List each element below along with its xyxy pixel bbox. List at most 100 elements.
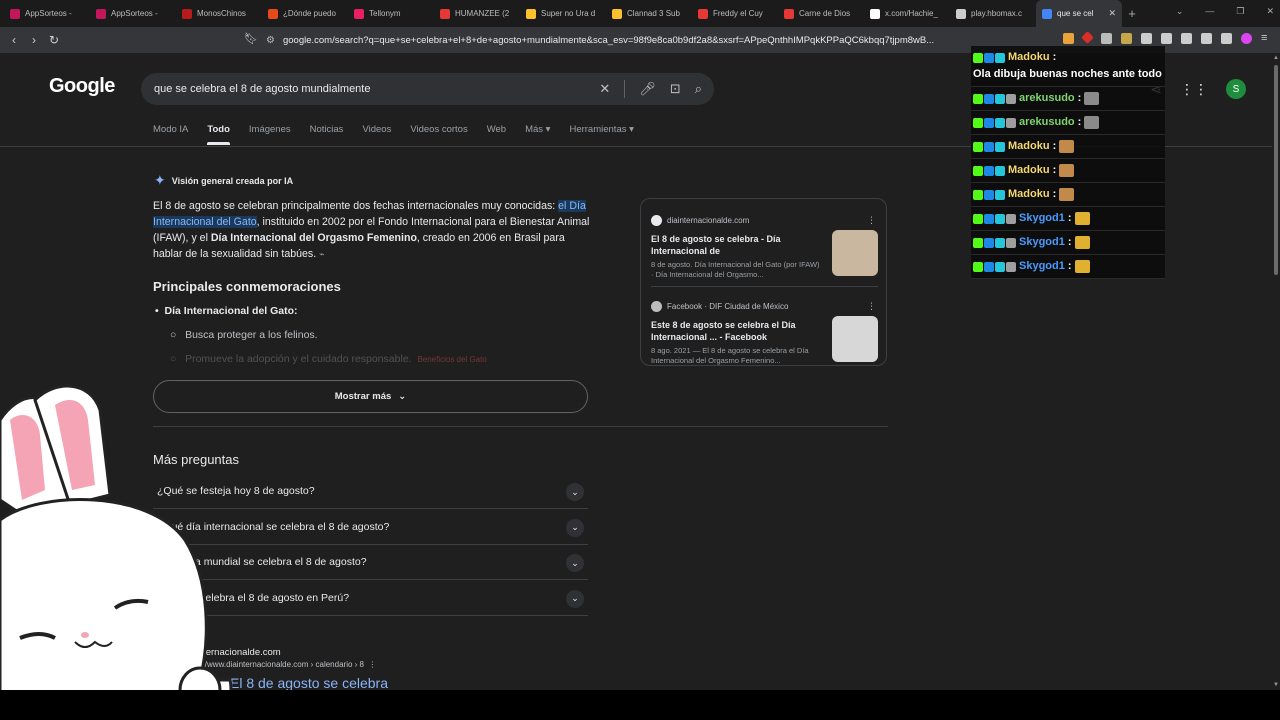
tab-title: AppSorteos - [25,9,72,18]
chat-emote-icon [1084,116,1100,129]
scrollbar-thumb[interactable] [1274,65,1278,275]
browser-tab[interactable]: Tellonym [348,0,434,27]
source-site: Facebook · DIF Ciudad de México [667,302,789,311]
chat-username: arekusudo [1019,92,1075,104]
settings-icon[interactable] [1201,33,1212,44]
divider [153,426,888,427]
source-card[interactable]: diainternacionalde.com ⋮ El 8 de agosto … [651,215,878,280]
sidebar-icon[interactable] [1161,33,1172,44]
clear-icon[interactable]: ✕ [599,81,610,98]
browser-tab[interactable]: Carne de Dios [778,0,864,27]
chevron-down-icon: ⌄ [398,391,407,402]
badge-icon [973,165,983,176]
source-thumbnail[interactable] [832,230,878,276]
url-field[interactable]: ⚙ google.com/search?q=que+se+celebra+el+… [266,31,966,49]
extension-icon[interactable] [1121,33,1132,44]
chat-username: Skygod1 [1019,260,1065,272]
search-icon[interactable]: ⌕ [695,81,702,98]
search-box[interactable]: que se celebra el 8 de agosto mundialmen… [141,73,714,105]
more-options-icon[interactable]: ⋮ [867,301,876,312]
chat-badges [973,93,1016,104]
new-tab-button[interactable]: + [1122,6,1142,21]
shield-icon[interactable] [1221,33,1232,44]
chevron-down-icon[interactable]: ⌄ [566,483,584,501]
microphone-icon[interactable]: 🎤︎ [639,81,656,98]
badge-icon [973,189,983,200]
tab-title: Clannad 3 Sub [627,9,680,18]
chat-message: Madoku: Ola dibuja buenas noches ante to… [971,46,1165,87]
minimize-icon[interactable]: — [1205,6,1214,17]
close-window-icon[interactable]: ✕ [1266,6,1274,17]
tab-favicon-icon [354,8,364,19]
chevron-down-icon[interactable]: ⌄ [566,589,584,608]
tab-más[interactable]: Más ▾ [525,124,550,145]
browser-tab[interactable]: MonosChinos [176,0,262,27]
more-options-icon[interactable]: ⋮ [867,215,876,226]
chat-emote-icon [1074,236,1090,249]
avatar[interactable]: S [1226,79,1246,99]
tab-web[interactable]: Web [487,124,506,145]
search-input[interactable]: que se celebra el 8 de agosto mundialmen… [154,83,370,95]
site-info-icon[interactable]: ⚙ [266,35,275,46]
camera-icon[interactable]: ⊡ [670,81,681,98]
chat-emote-icon [1074,212,1090,225]
profile-icon[interactable] [1241,33,1252,44]
tab-search-icon[interactable]: ⌄ [1176,6,1184,17]
extension-icon[interactable] [1101,33,1112,44]
alert-icon[interactable] [1081,31,1094,44]
forward-icon[interactable]: › [24,33,44,47]
chat-emote-icon [1084,92,1100,105]
browser-tab[interactable]: ¿Dónde puedo [262,0,348,27]
list-item-text: Promueve la adopción y el cuidado respon… [185,353,412,365]
link-icon[interactable]: ⌁ [319,249,324,259]
chevron-down-icon[interactable]: ⌄ [566,518,584,537]
browser-tab[interactable]: AppSorteos - [90,0,176,27]
brave-icon[interactable] [1063,33,1074,44]
browser-tab[interactable]: Clannad 3 Sub [606,0,692,27]
browser-tab[interactable]: que se cel ✕ [1036,0,1122,27]
source-title[interactable]: El 8 de agosto se celebra - Día Internac… [651,233,821,257]
source-card[interactable]: Facebook · DIF Ciudad de México ⋮ Este 8… [651,301,878,365]
citation-chip[interactable]: Beneficios del Gato [417,355,486,364]
browser-tab[interactable]: AppSorteos - [4,0,90,27]
tab-videos-cortos[interactable]: Videos cortos [410,124,467,145]
back-icon[interactable]: ‹ [4,33,24,47]
tab-modo-ia[interactable]: Modo IA [153,124,188,145]
apps-icon[interactable]: ⋮⋮ [1180,81,1208,98]
menu-icon[interactable]: ≡ [1261,33,1272,44]
list-item: ○ Busca proteger a los felinos. [170,329,318,341]
puzzle-icon[interactable] [1141,33,1152,44]
badge-icon [984,52,994,63]
tab-videos[interactable]: Videos [362,124,391,145]
reload-icon[interactable]: ↻ [44,33,64,47]
scroll-down-icon[interactable]: ▼ [1273,682,1279,688]
scroll-up-icon[interactable]: ▲ [1273,55,1279,61]
browser-tab[interactable]: play.hbomax.c [950,0,1036,27]
browser-tab[interactable]: HUMANZEE (2 [434,0,520,27]
maximize-icon[interactable]: ❐ [1236,6,1244,17]
result-title-link[interactable]: El 8 de agosto se celebra [230,675,388,690]
tab-noticias[interactable]: Noticias [310,124,344,145]
tab-imágenes[interactable]: Imágenes [249,124,291,145]
bunny-mascot-image [0,384,233,720]
tab-favicon-icon [784,8,794,19]
tab-title: Tellonym [369,9,401,18]
source-title[interactable]: Este 8 de agosto se celebra el Día Inter… [651,319,821,343]
tab-title: AppSorteos - [111,9,158,18]
browser-tab[interactable]: x.com/Hachie_ [864,0,950,27]
browser-tab[interactable]: Freddy el Cuy [692,0,778,27]
browser-tab[interactable]: Super no Ura d [520,0,606,27]
tab-todo[interactable]: Todo [207,124,230,145]
search-tabs: Modo IA Todo Imágenes Noticias Videos Videos … [153,124,634,145]
chat-badges [973,52,1005,63]
close-tab-icon[interactable]: ✕ [1108,8,1116,19]
bookmark-icon[interactable]: 🔖︎ [244,32,258,45]
chat-separator: : [1067,260,1072,272]
badge-icon [1006,213,1016,224]
chevron-down-icon[interactable]: ⌄ [566,554,584,572]
tab-herramientas[interactable]: Herramientas ▾ [569,124,633,145]
google-logo[interactable]: Google [49,75,115,98]
page-scrollbar[interactable]: ▲ ▼ [1272,53,1280,690]
source-thumbnail[interactable] [832,316,878,362]
wallet-icon[interactable] [1181,33,1192,44]
